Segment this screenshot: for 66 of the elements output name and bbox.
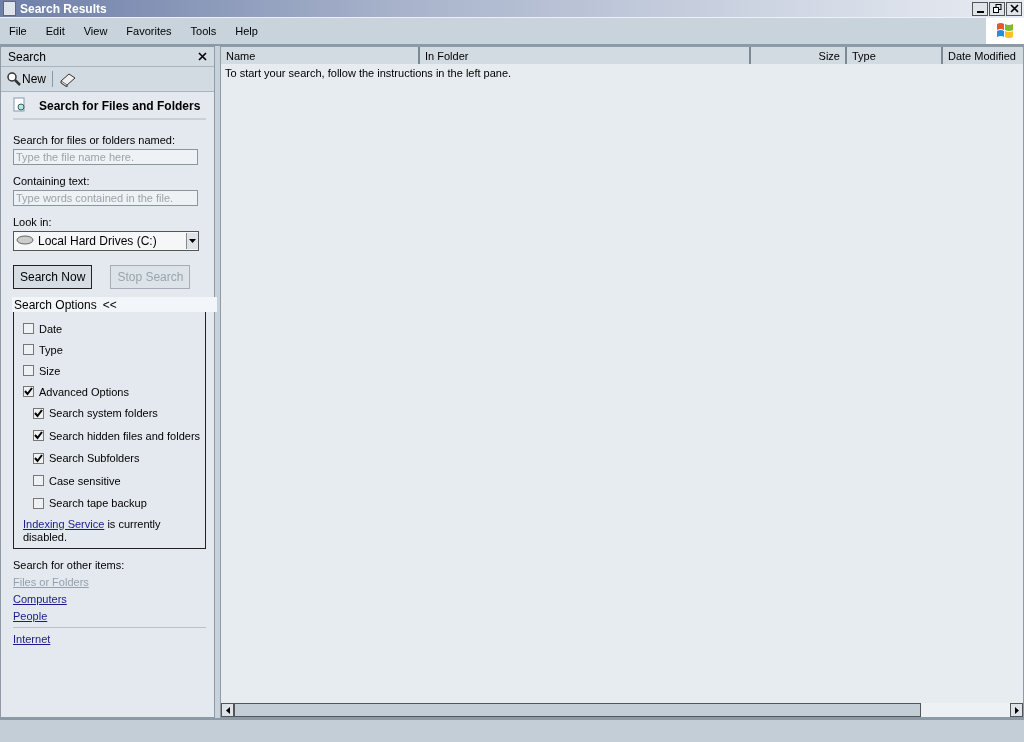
scroll-right-icon[interactable] [1010,703,1023,717]
menu-item[interactable]: Help [225,25,267,37]
pane-title: Search [8,49,47,64]
checkbox-label[interactable]: Date [39,322,63,335]
menu-item[interactable]: Tools [180,25,226,37]
checkbox-label[interactable]: Search hidden files and folders [49,429,201,442]
field-label: Containing text: [13,175,91,187]
checkbox-label[interactable]: Search system folders [49,407,158,420]
indexing-service-link[interactable]: Indexing Service [23,517,105,530]
empty-message: To start your search, follow the instructions in the left pane. [224,66,513,81]
checkbox-label[interactable]: Case sensitive [49,474,121,487]
close-button[interactable] [198,51,208,62]
window-title: Search Results [20,1,108,16]
close-button[interactable] [1006,1,1022,16]
internet-link[interactable]: Internet [13,632,51,645]
minimize-icon [976,10,984,13]
other-items-label: Search for other items: [13,558,126,571]
minimize-button[interactable] [972,1,988,16]
restore-button[interactable] [989,1,1005,16]
options-title: Search Options [14,297,97,312]
search-link[interactable]: Computers [13,592,67,605]
checkbox-label[interactable]: Type [39,343,63,356]
checkbox[interactable] [23,323,34,334]
restore-icon [992,4,1002,13]
checkbox[interactable] [33,430,44,442]
checkbox-label[interactable]: Search tape backup [49,497,147,510]
section-heading: Search for Files and Folders [39,99,201,113]
close-icon [198,51,207,61]
menu-item[interactable]: View [73,25,117,37]
checkbox[interactable] [23,386,34,397]
flag-logo [986,18,1024,44]
options-header[interactable]: Search Options << [12,297,217,312]
dropdown-value: Local Hard Drives (C:) [38,234,158,248]
checkbox[interactable] [33,497,44,509]
column-header[interactable]: Size [751,47,847,64]
field-label: Search for files or folders named: [13,134,177,146]
checkbox[interactable] [33,452,44,464]
search-button[interactable]: Search Now [13,265,93,289]
checkbox[interactable] [23,365,34,376]
window-icon [3,1,16,16]
checkbox-label[interactable]: Search Subfolders [49,452,140,465]
document-magnifier-icon [13,97,27,115]
magnifier-icon [6,71,22,87]
checkbox-label[interactable]: Advanced Options [39,385,129,398]
drive-icon [16,234,34,248]
menu-item[interactable]: Edit [35,25,74,37]
menu-item[interactable]: File [0,25,36,37]
field-label: Look in: [13,216,53,228]
search-link[interactable]: People [13,609,48,622]
look-in-dropdown[interactable]: Local Hard Drives (C:) [13,231,199,251]
checkbox[interactable] [23,344,34,355]
checkbox-label[interactable]: Size [39,364,61,377]
close-icon [1009,4,1019,13]
scroll-left-icon[interactable] [221,703,234,717]
checkbox[interactable] [33,407,44,419]
menu-item[interactable]: Favorites [116,25,181,37]
collapse-toggle[interactable]: << [102,297,117,312]
column-header[interactable]: Name [221,47,420,64]
new-search-button[interactable]: New [6,71,46,87]
column-header[interactable]: In Folder [420,47,751,64]
input-field[interactable]: Type words contained in the file. [13,190,198,206]
checkbox[interactable] [33,475,44,487]
input-field[interactable]: Type the file name here. [13,149,198,165]
column-header[interactable]: Type [847,47,943,64]
column-header[interactable]: Date Modified [943,47,1023,64]
indexing-note: Indexing Service is currently disabled. [23,517,162,544]
